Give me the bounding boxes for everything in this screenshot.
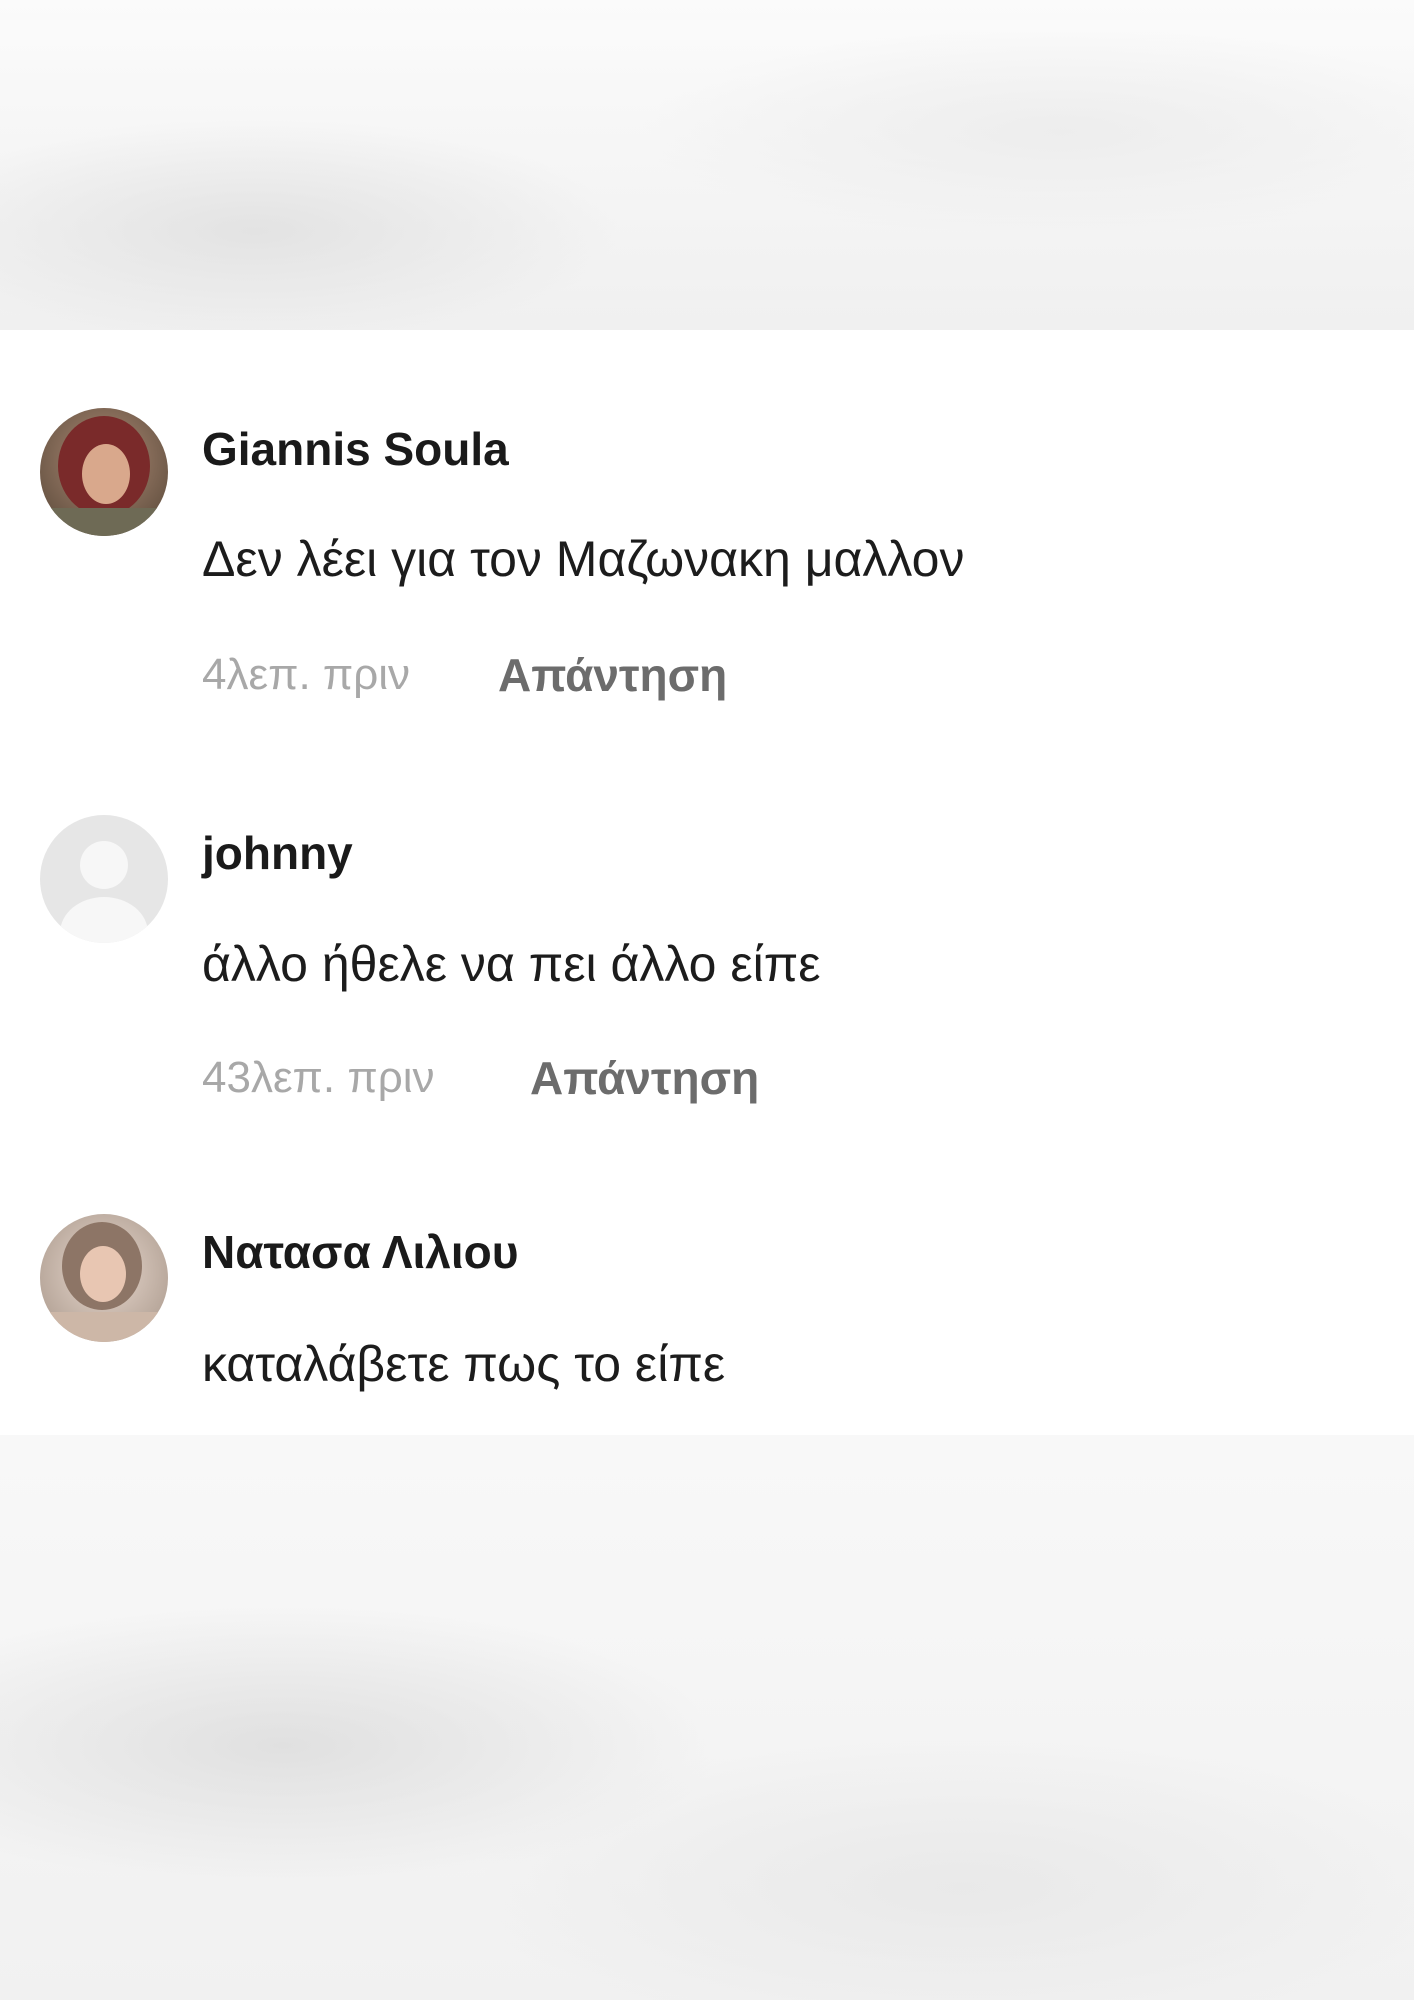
user-avatar[interactable]: [40, 408, 168, 536]
comment-timestamp: 4λεπ. πριν: [202, 650, 411, 699]
blurred-background-top: [0, 0, 1414, 330]
comment-timestamp: 43λεπ. πριν: [202, 1053, 435, 1102]
reply-button[interactable]: Απάντηση: [530, 1051, 759, 1105]
comment-text: καταλάβετε πως το είπε: [202, 1336, 726, 1392]
user-avatar[interactable]: [40, 1214, 168, 1342]
comment-author[interactable]: johnny: [202, 826, 353, 880]
comment-author[interactable]: Giannis Soula: [202, 422, 509, 476]
default-user-icon[interactable]: [40, 815, 168, 943]
comments-section: Giannis Soula Δεν λέει για τον Μαζωνακη …: [0, 330, 1414, 1435]
comment-author[interactable]: Νατασα Λιλιου: [202, 1225, 519, 1279]
blurred-background-bottom: [0, 1435, 1414, 2000]
comment-text: Δεν λέει για τον Μαζωνακη μαλλον: [202, 531, 965, 587]
comment-text: άλλο ήθελε να πει άλλο είπε: [202, 936, 821, 992]
reply-button[interactable]: Απάντηση: [498, 648, 727, 702]
